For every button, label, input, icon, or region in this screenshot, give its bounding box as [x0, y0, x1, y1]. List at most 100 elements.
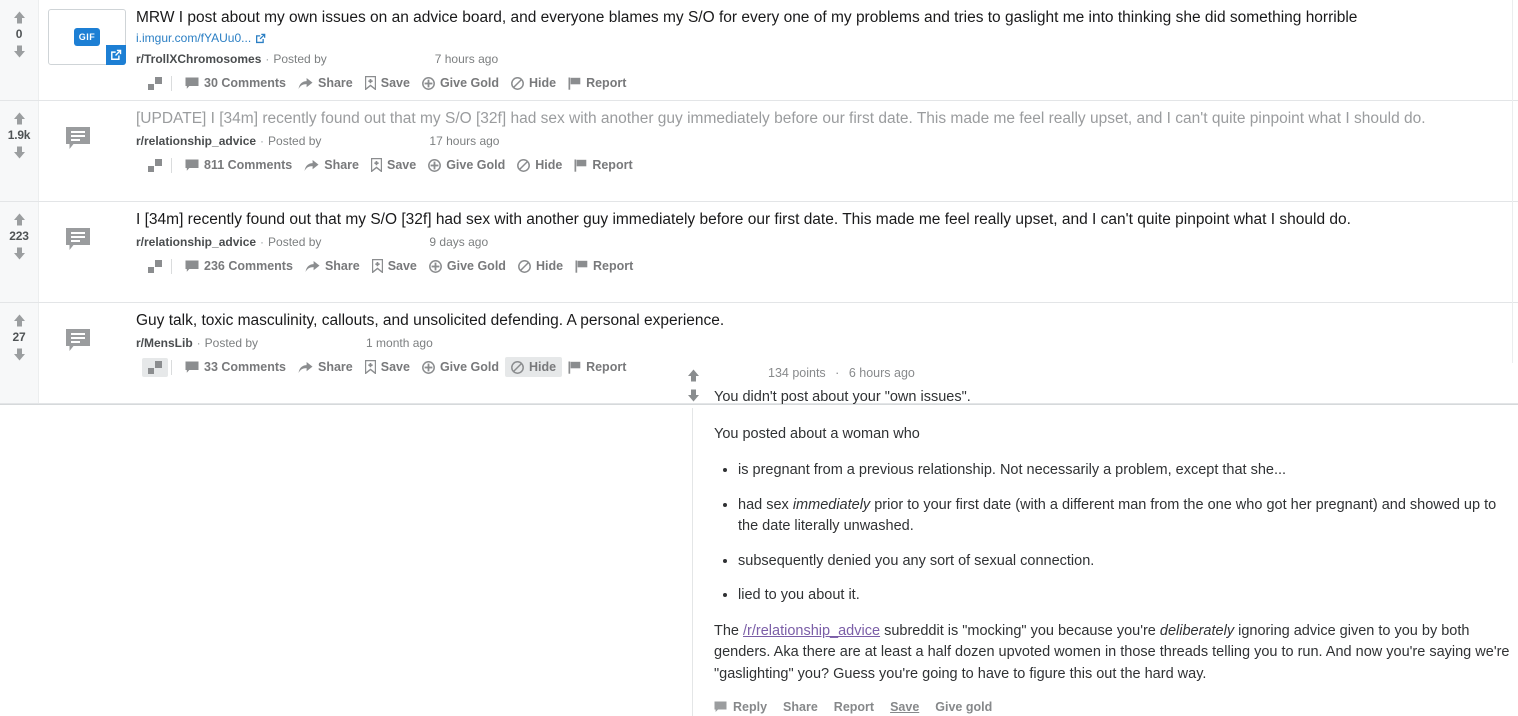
self-post-icon[interactable] — [65, 227, 91, 252]
comment-save-button[interactable]: Save — [890, 700, 919, 714]
post-comments-label: 811 Comments — [204, 158, 293, 172]
post-give-gold-button[interactable]: Give Gold — [423, 256, 512, 276]
expand-post-button[interactable] — [142, 156, 168, 175]
post-subreddit-link[interactable]: r/relationship_advice — [136, 235, 256, 249]
post-title[interactable]: Guy talk, toxic masculinity, callouts, a… — [136, 310, 1504, 331]
post-give-gold-button[interactable]: Give Gold — [416, 357, 505, 377]
post-give-gold-button[interactable]: Give Gold — [416, 73, 505, 93]
self-post-icon[interactable] — [65, 126, 91, 151]
post-thumbnail-area — [39, 303, 136, 403]
post-save-button[interactable]: Save — [359, 73, 416, 93]
meta-separator: · — [260, 134, 265, 148]
bullet-text-emphasis: immediately — [792, 496, 871, 513]
upvote-arrow[interactable] — [12, 313, 27, 328]
gold-coin-icon — [421, 76, 435, 90]
posted-by-label: Posted by — [273, 52, 327, 66]
post-give-gold-label: Give Gold — [446, 259, 506, 273]
post-report-button[interactable]: Report — [569, 256, 639, 276]
self-post-icon[interactable] — [65, 328, 91, 353]
post-comments-button[interactable]: 30 Comments — [179, 73, 292, 93]
upvote-arrow[interactable] — [12, 212, 27, 227]
post-hide-button[interactable]: Hide — [504, 357, 563, 377]
post-share-button[interactable]: Share — [292, 73, 359, 93]
post-body: [UPDATE] I [34m] recently found out that… — [136, 101, 1518, 201]
action-divider — [171, 359, 172, 375]
subreddit-link[interactable]: /r/relationship_advice — [743, 623, 880, 639]
downvote-arrow[interactable] — [12, 44, 27, 59]
post-age: 1 month ago — [366, 336, 433, 350]
share-icon — [298, 77, 313, 90]
share-icon — [305, 260, 320, 273]
post-vote-column: 27 — [0, 303, 39, 403]
external-link-icon — [255, 33, 266, 44]
post-subreddit-link[interactable]: r/TrollXChromosomes — [136, 52, 261, 66]
post-meta: r/relationship_advice · Posted by 9 days ag… — [136, 235, 1504, 249]
comment-share-button[interactable]: Share — [783, 700, 818, 714]
speech-bubble-icon — [714, 701, 727, 713]
post-comments-button[interactable]: 811 Comments — [179, 155, 298, 175]
post-thumbnail[interactable]: GIF — [48, 9, 126, 65]
post-title[interactable]: [UPDATE] I [34m] recently found out that… — [136, 108, 1504, 129]
post-title[interactable]: I [34m] recently found out that my S/O [… — [136, 209, 1504, 230]
downvote-arrow[interactable] — [12, 246, 27, 261]
comment-downvote-arrow[interactable] — [686, 388, 701, 403]
posted-by-label: Posted by — [204, 336, 259, 350]
action-divider — [171, 75, 172, 91]
post-share-button[interactable]: Share — [299, 256, 366, 276]
post-save-button[interactable]: Save — [366, 256, 423, 276]
closing-text-mid: subreddit is "mocking" you because you'r… — [880, 622, 1160, 639]
comment-points: 134 points — [768, 366, 826, 380]
comment-bullet-item: had sex immediately prior to your first … — [738, 495, 1518, 538]
post-subreddit-link[interactable]: r/MensLib — [136, 336, 193, 350]
post-hide-label: Hide — [528, 360, 557, 374]
upvote-arrow[interactable] — [12, 10, 27, 25]
comment-bubble-icon — [185, 361, 199, 374]
post-report-button[interactable]: Report — [568, 155, 638, 175]
bullet-text-pre: had sex — [738, 496, 793, 513]
post-share-label: Share — [324, 158, 359, 172]
post-hide-button[interactable]: Hide — [512, 256, 569, 276]
expand-post-button[interactable] — [142, 257, 168, 276]
post-hide-button[interactable]: Hide — [505, 73, 562, 93]
post-age: 7 hours ago — [434, 52, 499, 66]
closing-text-pre: The — [714, 622, 744, 639]
expand-post-button[interactable] — [142, 357, 168, 377]
post-domain-link[interactable]: i.imgur.com/fYAUu0... — [136, 31, 266, 45]
post-report-button[interactable]: Report — [562, 73, 632, 93]
upvote-arrow[interactable] — [12, 111, 27, 126]
comment-upvote-arrow[interactable] — [686, 368, 701, 383]
post-comments-button[interactable]: 33 Comments — [179, 357, 292, 377]
comment-closing-paragraph: The /r/relationship_advice subreddit is … — [714, 621, 1518, 686]
post-give-gold-button[interactable]: Give Gold — [422, 155, 511, 175]
post-report-label: Report — [592, 158, 633, 172]
post-save-button[interactable]: Save — [365, 155, 422, 175]
expand-post-button[interactable] — [142, 74, 168, 93]
post-title[interactable]: MRW I post about my own issues on an adv… — [136, 7, 1504, 28]
comment-give-gold-button[interactable]: Give gold — [935, 700, 992, 714]
post-save-button[interactable]: Save — [359, 357, 416, 377]
post-hide-button[interactable]: Hide — [511, 155, 568, 175]
flag-icon — [568, 361, 581, 374]
post-share-button[interactable]: Share — [292, 357, 359, 377]
comment-bubble-icon — [185, 260, 199, 273]
post-report-button[interactable]: Report — [562, 357, 632, 377]
comment-bullet-item: subsequently denied you any sort of sexu… — [738, 551, 1518, 573]
post-save-label: Save — [380, 360, 410, 374]
post-share-button[interactable]: Share — [298, 155, 365, 175]
comment-report-button[interactable]: Report — [834, 700, 874, 714]
post-item: 0 GIF MRW I post about my own issues on an… — [0, 0, 1518, 101]
post-comments-button[interactable]: 236 Comments — [179, 256, 299, 276]
external-link-icon — [106, 45, 126, 65]
downvote-arrow[interactable] — [12, 347, 27, 362]
comment-reply-button[interactable]: Reply — [714, 700, 767, 714]
post-action-bar: 30 Comments Share Save Give Gold Hide Report — [136, 73, 1504, 93]
gold-coin-icon — [428, 259, 442, 273]
comment-action-bar: Reply Share Report Save Give gold — [714, 700, 1518, 714]
comment-paragraph-1: You didn't post about your "own issues". — [714, 389, 971, 405]
downvote-arrow[interactable] — [12, 145, 27, 160]
post-score: 27 — [12, 330, 26, 344]
post-hide-label: Hide — [528, 76, 557, 90]
post-thumbnail-area: GIF — [39, 0, 136, 100]
hide-icon — [511, 360, 524, 374]
post-subreddit-link[interactable]: r/relationship_advice — [136, 134, 256, 148]
